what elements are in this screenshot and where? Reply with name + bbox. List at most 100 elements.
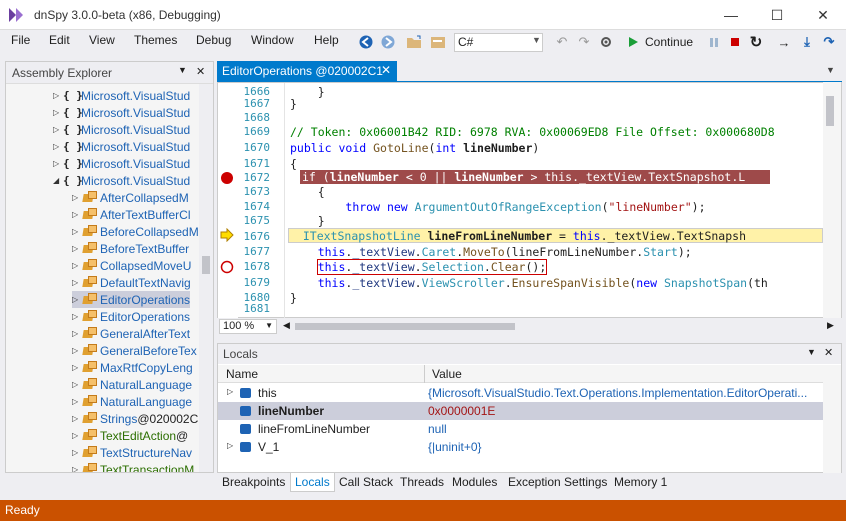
collapsed-arrow-icon[interactable]: ▷	[53, 108, 63, 117]
collapsed-arrow-icon[interactable]: ▷	[53, 91, 63, 100]
collapsed-arrow-icon[interactable]: ▷	[72, 363, 82, 372]
scroll-left-icon[interactable]: ◀	[283, 320, 290, 331]
menu-view[interactable]: View	[85, 33, 119, 47]
column-divider[interactable]	[424, 365, 425, 383]
collapsed-arrow-icon[interactable]: ▷	[53, 159, 63, 168]
collapsed-arrow-icon[interactable]: ▷	[53, 125, 63, 134]
tab-locals[interactable]: Locals	[290, 473, 335, 492]
locals-row[interactable]: lineNumber 0x0000001E	[218, 402, 823, 420]
expanded-arrow-icon[interactable]: ◢	[53, 176, 63, 185]
tree-item[interactable]: ▷ GeneralAfterText	[72, 325, 190, 342]
tree-item[interactable]: ▷{ } Microsoft.VisualStud	[53, 87, 190, 104]
navigate-back-icon[interactable]	[356, 30, 376, 54]
column-name[interactable]: Name	[226, 367, 258, 381]
panel-dropdown-icon[interactable]: ▼	[807, 347, 816, 357]
collapsed-arrow-icon[interactable]: ▷	[72, 397, 82, 406]
language-select[interactable]: C#	[454, 33, 543, 52]
close-icon[interactable]: ✕	[824, 346, 833, 359]
tab-breakpoints[interactable]: Breakpoints	[222, 475, 285, 489]
tree-item[interactable]: ◢{ } Microsoft.VisualStud	[53, 172, 190, 189]
chevron-down-icon[interactable]: ▼	[532, 35, 541, 45]
close-icon[interactable]: ✕	[196, 65, 205, 78]
tree-item[interactable]: ▷ CollapsedMoveU	[72, 257, 191, 274]
collapsed-arrow-icon[interactable]: ▷	[72, 261, 82, 270]
undo-icon[interactable]: ↶	[552, 30, 572, 54]
minimize-button[interactable]: —	[708, 0, 754, 30]
collapsed-arrow-icon[interactable]: ▷	[72, 227, 82, 236]
continue-button[interactable]: Continue	[645, 35, 693, 49]
redo-icon[interactable]: ↷	[574, 30, 594, 54]
collapsed-arrow-icon[interactable]: ▷	[53, 142, 63, 151]
tab-modules[interactable]: Modules	[452, 475, 497, 489]
scrollbar-thumb[interactable]	[826, 96, 834, 126]
tab-memory-1[interactable]: Memory 1	[614, 475, 667, 489]
tree-item[interactable]: ▷ MaxRtfCopyLeng	[72, 359, 193, 376]
collapsed-arrow-icon[interactable]: ▷	[72, 380, 82, 389]
collapsed-arrow-icon[interactable]: ▷	[72, 193, 82, 202]
sidebar-scrollbar[interactable]	[199, 84, 213, 472]
locals-row[interactable]: ▷ V_1 {|uninit+0}	[218, 438, 823, 456]
tab-editor-operations[interactable]: EditorOperations @020002C1 ✕	[217, 61, 397, 82]
tree-item[interactable]: ▷ BeforeTextBuffer	[72, 240, 189, 257]
menu-help[interactable]: Help	[310, 33, 343, 47]
collapsed-arrow-icon[interactable]: ▷	[72, 312, 82, 321]
settings-icon[interactable]	[596, 30, 616, 54]
zoom-select[interactable]: 100 % ▼	[219, 319, 277, 334]
collapsed-arrow-icon[interactable]: ▷	[72, 295, 82, 304]
continue-icon[interactable]	[623, 30, 643, 54]
step-over-icon[interactable]: ↷	[819, 30, 839, 54]
tree-item[interactable]: ▷ AfterCollapsedM	[72, 189, 189, 206]
tree-item[interactable]: ▷{ } Microsoft.VisualStud	[53, 121, 190, 138]
menu-edit[interactable]: Edit	[45, 33, 74, 47]
scroll-right-icon[interactable]: ▶	[827, 320, 834, 331]
locals-row[interactable]: lineFromLineNumber null	[218, 420, 823, 438]
column-value[interactable]: Value	[432, 367, 462, 381]
tree-item[interactable]: ▷ TextTransactionM	[72, 461, 194, 473]
tab-call-stack[interactable]: Call Stack	[339, 475, 393, 489]
tree-item[interactable]: ▷ NaturalLanguage	[72, 393, 192, 410]
tab-list-icon[interactable]: ▼	[826, 65, 835, 75]
tree-item[interactable]: ▷ GeneralBeforeTex	[72, 342, 197, 359]
close-icon[interactable]: ✕	[381, 63, 391, 77]
menu-themes[interactable]: Themes	[130, 33, 181, 47]
locals-scrollbar[interactable]	[823, 365, 841, 473]
tree-item[interactable]: ▷ EditorOperations	[72, 291, 191, 308]
tree-item[interactable]: ▷ Strings @020002C	[72, 410, 198, 427]
navigate-forward-icon[interactable]	[378, 30, 398, 54]
collapsed-arrow-icon[interactable]: ▷	[72, 278, 82, 287]
collapsed-arrow-icon[interactable]: ▷	[72, 431, 82, 440]
code-editor[interactable]: 1666 1667 1668 1669 1670 1671 1672 1673 1674 1675…	[217, 82, 842, 319]
maximize-button[interactable]: ☐	[754, 0, 800, 30]
tree-item[interactable]: ▷{ } Microsoft.VisualStud	[53, 155, 190, 172]
horizontal-scrollbar-thumb[interactable]	[295, 323, 515, 330]
tab-threads[interactable]: Threads	[400, 475, 444, 489]
collapsed-arrow-icon[interactable]: ▷	[72, 448, 82, 457]
menu-debug[interactable]: Debug	[192, 33, 235, 47]
tree-item[interactable]: ▷ TextEditAction @	[72, 427, 188, 444]
stop-icon[interactable]	[725, 30, 745, 54]
expand-arrow-icon[interactable]: ▷	[227, 441, 233, 450]
tree-item[interactable]: ▷ NaturalLanguage	[72, 376, 192, 393]
tree-item[interactable]: ▷ TextStructureNav	[72, 444, 192, 461]
tree-item[interactable]: ▷ EditorOperations	[72, 308, 190, 325]
collapsed-arrow-icon[interactable]: ▷	[72, 346, 82, 355]
tree-item[interactable]: ▷{ } Microsoft.VisualStud	[53, 138, 190, 155]
collapsed-arrow-icon[interactable]: ▷	[72, 414, 82, 423]
tree-item[interactable]: ▷{ } Microsoft.VisualStud	[53, 104, 190, 121]
tree-item[interactable]: ▷ BeforeCollapsedM	[72, 223, 199, 240]
expand-arrow-icon[interactable]: ▷	[227, 387, 233, 396]
restart-icon[interactable]: ↻	[746, 30, 766, 54]
tree-item[interactable]: ▷ DefaultTextNavig	[72, 274, 191, 291]
open-file-icon[interactable]	[404, 30, 424, 54]
panel-dropdown-icon[interactable]: ▼	[178, 65, 187, 75]
show-next-statement-icon[interactable]: →	[774, 30, 794, 54]
tree-item[interactable]: ▷ AfterTextBufferCl	[72, 206, 190, 223]
pause-icon[interactable]	[704, 30, 724, 54]
close-button[interactable]: ✕	[800, 0, 846, 30]
tab-exception-settings[interactable]: Exception Settings	[508, 475, 607, 489]
collapsed-arrow-icon[interactable]: ▷	[72, 210, 82, 219]
collapsed-arrow-icon[interactable]: ▷	[72, 465, 82, 472]
locals-row[interactable]: ▷ this {Microsoft.VisualStudio.Text.Operat…	[218, 384, 823, 402]
menu-file[interactable]: File	[7, 33, 34, 47]
collapsed-arrow-icon[interactable]: ▷	[72, 244, 82, 253]
